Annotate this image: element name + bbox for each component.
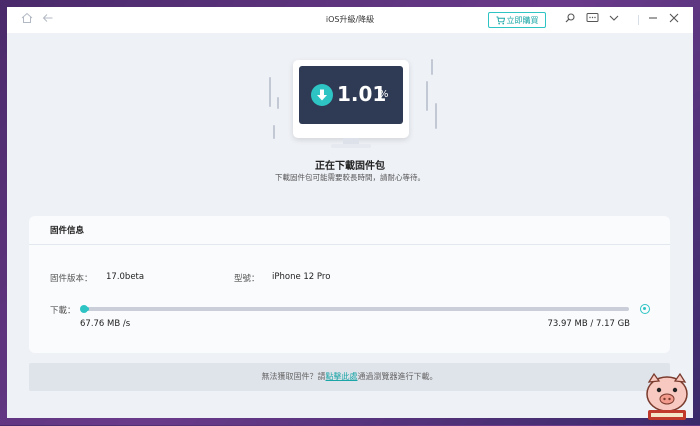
- decor-line: [426, 81, 428, 111]
- download-label: 下載：: [50, 306, 76, 316]
- download-speed: 67.76 MB /s: [80, 319, 131, 329]
- browser-download-hint: 無法獲取固件？請點擊此處通過瀏覽器進行下載。: [29, 363, 670, 391]
- download-arrow-icon: [311, 84, 333, 106]
- buy-now-label: 立即購買: [506, 16, 539, 25]
- hint-suffix: 通過瀏覽器進行下載。: [357, 372, 438, 381]
- buy-now-button[interactable]: 立即購買: [488, 12, 546, 28]
- firmware-version-label: 固件版本：: [50, 274, 93, 284]
- progress-start-dot: [80, 305, 88, 313]
- card-header: 固件信息: [29, 216, 670, 245]
- status-headline: 正在下載固件包: [315, 161, 385, 172]
- monitor-illustration: 1.01 %: [293, 60, 409, 148]
- decor-line: [431, 59, 433, 75]
- close-icon[interactable]: [666, 12, 682, 28]
- download-progress-bar: [83, 307, 629, 311]
- monitor-screen: 1.01 %: [299, 66, 403, 124]
- decor-line: [273, 125, 275, 139]
- progress-percent-unit: %: [379, 89, 389, 100]
- model-value: iPhone 12 Pro: [272, 272, 331, 282]
- cart-icon: [495, 13, 507, 31]
- hint-prefix: 無法獲取固件？請: [261, 372, 326, 381]
- decor-line: [269, 77, 271, 107]
- download-size: 73.97 MB / 7.17 GB: [547, 319, 630, 329]
- status-subline: 下載固件包可能需要較長時間，請耐心等待。: [275, 173, 425, 182]
- chevron-down-icon[interactable]: [606, 12, 622, 28]
- search-icon[interactable]: [562, 12, 578, 28]
- decor-line: [435, 103, 437, 129]
- click-here-link[interactable]: 點擊此處: [326, 372, 358, 381]
- app-window: iOS升級/降級 立即購買 1.01 % 正在下載固件包 下載固件包可能需要較長…: [7, 7, 693, 418]
- firmware-version-value: 17.0beta: [106, 272, 145, 282]
- progress-end-marker: [640, 304, 650, 314]
- minimize-icon[interactable]: [645, 12, 661, 28]
- feedback-icon[interactable]: [584, 12, 600, 28]
- firmware-info-card: 固件信息 固件版本： 17.0beta 型號： iPhone 12 Pro 下載…: [29, 216, 670, 353]
- model-label: 型號：: [234, 274, 260, 284]
- titlebar-divider: [638, 15, 639, 25]
- title-bar: iOS升級/降級 立即購買: [7, 7, 693, 33]
- monitor-base: [331, 144, 371, 148]
- pig-mascot-watermark: [640, 370, 694, 422]
- decor-line: [277, 97, 279, 109]
- section-title: 固件信息: [50, 226, 85, 236]
